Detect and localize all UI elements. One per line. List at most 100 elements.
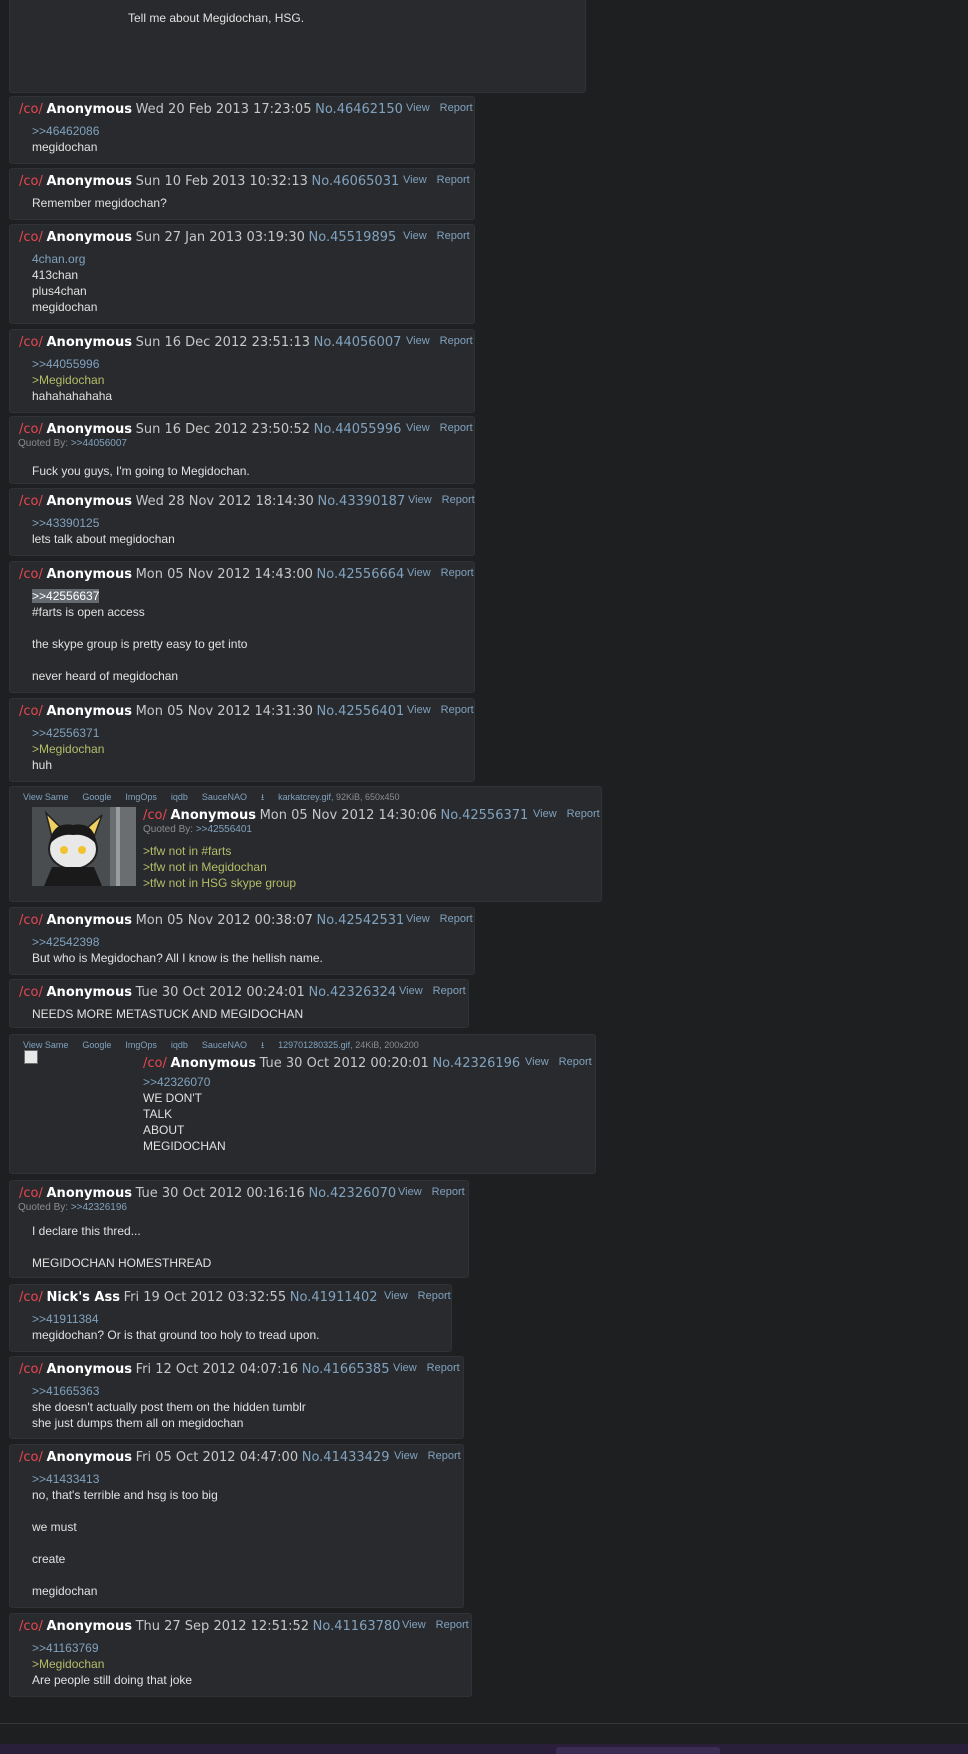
post-number[interactable]: No.42542531 (317, 913, 405, 928)
board-tag[interactable]: /co/ (19, 494, 43, 509)
broken-image-icon[interactable] (24, 1050, 38, 1064)
image-search-link[interactable]: iqdb (171, 1040, 188, 1050)
post-number[interactable]: No.43390187 (317, 494, 405, 509)
view-button[interactable]: View (406, 913, 430, 925)
report-button[interactable]: Report (437, 230, 470, 242)
board-tag[interactable]: /co/ (19, 1186, 43, 1201)
post-number[interactable]: No.44055996 (314, 422, 402, 437)
image-search-link[interactable]: View Same (23, 792, 68, 802)
post-number[interactable]: No.42326324 (308, 985, 396, 1000)
quote-link[interactable]: >>42542398 (32, 934, 323, 950)
report-button[interactable]: Report (436, 1619, 469, 1631)
board-tag[interactable]: /co/ (19, 1450, 43, 1465)
quote-link[interactable]: >>41665363 (32, 1383, 306, 1399)
post-number[interactable]: No.46462150 (315, 102, 403, 117)
view-button[interactable]: View (407, 567, 431, 579)
view-button[interactable]: View (399, 985, 423, 997)
quote-link[interactable]: 4chan.org (32, 251, 97, 267)
view-button[interactable]: View (384, 1290, 408, 1302)
post-number[interactable]: No.46065031 (312, 174, 400, 189)
board-tag[interactable]: /co/ (19, 1362, 43, 1377)
board-tag[interactable]: /co/ (143, 1056, 167, 1071)
quote-link[interactable]: >>41163769 (32, 1640, 192, 1656)
board-tag[interactable]: /co/ (19, 913, 43, 928)
highlighted-quote-link[interactable]: >>42556637 (32, 589, 100, 603)
post-number[interactable]: No.45519895 (309, 230, 397, 245)
report-button[interactable]: Report (437, 174, 470, 186)
board-tag[interactable]: /co/ (19, 335, 43, 350)
board-tag[interactable]: /co/ (19, 230, 43, 245)
view-button[interactable]: View (393, 1362, 417, 1374)
post-number[interactable]: No.41433429 (302, 1450, 390, 1465)
quote-link[interactable]: >>42326070 (143, 1074, 226, 1090)
report-button[interactable]: Report (440, 102, 473, 114)
post-number[interactable]: No.42326196 (432, 1056, 520, 1071)
file-name[interactable]: 129701280325.gif (278, 1040, 350, 1050)
image-search-link[interactable]: SauceNAO (202, 1040, 247, 1050)
board-tag[interactable]: /co/ (19, 102, 43, 117)
view-button[interactable]: View (394, 1450, 418, 1462)
post-number[interactable]: No.41665385 (302, 1362, 390, 1377)
report-button[interactable]: Report (427, 1362, 460, 1374)
report-button[interactable]: Report (428, 1450, 461, 1462)
view-button[interactable]: View (398, 1186, 422, 1198)
quoted-by-link[interactable]: >>44056007 (71, 438, 127, 449)
quote-link[interactable]: >>46462086 (32, 123, 99, 139)
image-search-link[interactable]: ImgOps (125, 792, 157, 802)
report-button[interactable]: Report (441, 567, 474, 579)
post-number[interactable]: No.41911402 (290, 1290, 378, 1305)
post-number[interactable]: No.44056007 (314, 335, 402, 350)
file-name[interactable]: karkatcrey.gif (278, 792, 331, 802)
image-search-link[interactable]: Google (82, 792, 111, 802)
board-tag[interactable]: /co/ (19, 985, 43, 1000)
report-button[interactable]: Report (432, 1186, 465, 1198)
board-tag[interactable]: /co/ (19, 704, 43, 719)
view-button[interactable]: View (525, 1056, 549, 1068)
report-button[interactable]: Report (440, 422, 473, 434)
report-button[interactable]: Report (433, 985, 466, 997)
view-button[interactable]: View (408, 494, 432, 506)
report-button[interactable]: Report (442, 494, 475, 506)
quoted-by-link[interactable]: >>42556401 (196, 824, 252, 835)
view-button[interactable]: View (406, 422, 430, 434)
board-tag[interactable]: /co/ (19, 1619, 43, 1634)
report-button[interactable]: Report (440, 335, 473, 347)
board-tag[interactable]: /co/ (19, 567, 43, 582)
download-icon[interactable]: ⭳ (261, 1040, 264, 1050)
report-button[interactable]: Report (418, 1290, 451, 1302)
quote-link[interactable]: >>41433413 (32, 1471, 218, 1487)
quote-link[interactable]: >>41911384 (32, 1311, 320, 1327)
view-button[interactable]: View (407, 704, 431, 716)
image-search-link[interactable]: iqdb (171, 792, 188, 802)
post-number[interactable]: No.41163780 (313, 1619, 401, 1634)
view-button[interactable]: View (406, 335, 430, 347)
post-number[interactable]: No.42556401 (317, 704, 405, 719)
image-search-link[interactable]: Google (82, 1040, 111, 1050)
post-number[interactable]: No.42326070 (308, 1186, 396, 1201)
post-number[interactable]: No.42556371 (441, 808, 529, 823)
post-thumbnail[interactable] (32, 807, 136, 886)
view-button[interactable]: View (402, 1619, 426, 1631)
quote-link[interactable]: >>43390125 (32, 515, 175, 531)
image-search-link[interactable]: ImgOps (125, 1040, 157, 1050)
image-search-link[interactable]: View Same (23, 1040, 68, 1050)
image-search-link[interactable]: SauceNAO (202, 792, 247, 802)
report-button[interactable]: Report (441, 704, 474, 716)
quoted-by-link[interactable]: >>42326196 (71, 1202, 127, 1213)
report-button[interactable]: Report (567, 808, 600, 820)
view-button[interactable]: View (533, 808, 557, 820)
board-tag[interactable]: /co/ (19, 174, 43, 189)
post-number[interactable]: No.42556664 (317, 567, 405, 582)
board-tag[interactable]: /co/ (19, 422, 43, 437)
view-button[interactable]: View (403, 230, 427, 242)
bottom-tab[interactable] (556, 1747, 720, 1754)
board-tag[interactable]: /co/ (143, 808, 167, 823)
quote-link[interactable]: >>44055996 (32, 356, 112, 372)
report-button[interactable]: Report (440, 913, 473, 925)
quote-link[interactable]: >>42556371 (32, 725, 104, 741)
view-button[interactable]: View (403, 174, 427, 186)
view-button[interactable]: View (406, 102, 430, 114)
board-tag[interactable]: /co/ (19, 1290, 43, 1305)
report-button[interactable]: Report (559, 1056, 592, 1068)
quote-link[interactable]: >>42556637 (32, 588, 247, 604)
